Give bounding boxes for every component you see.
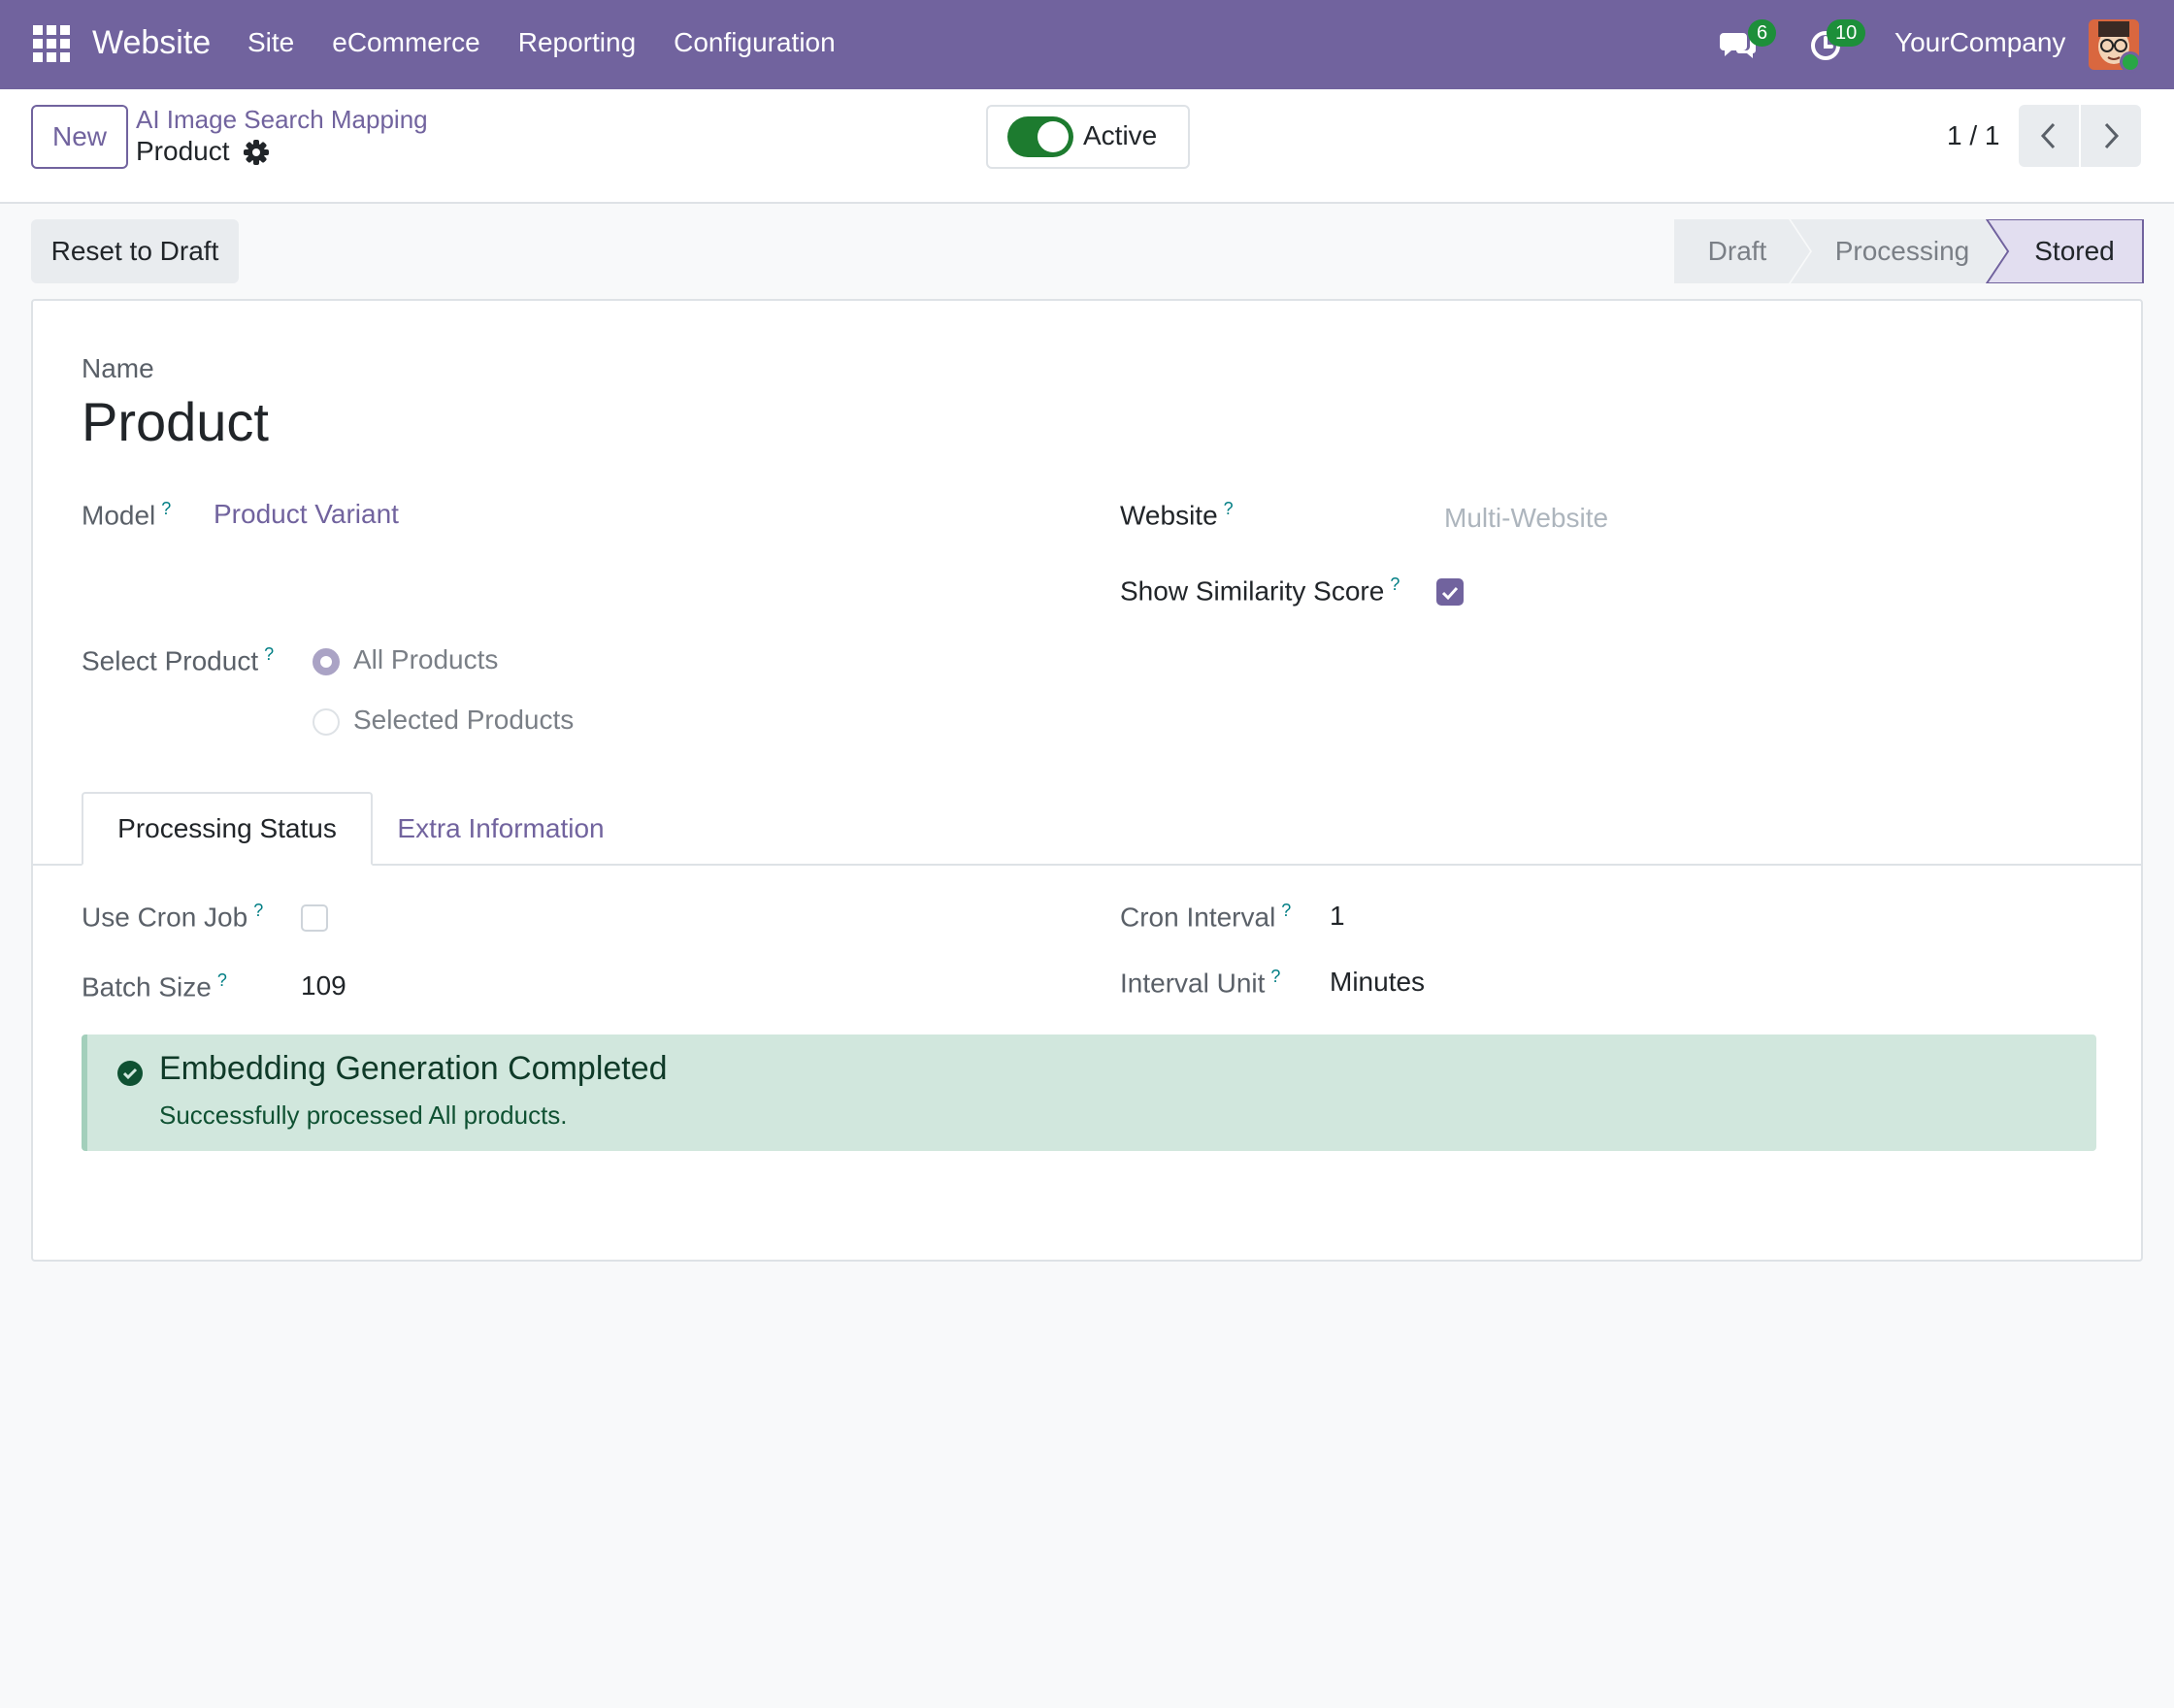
- batch-size-label-text: Batch Size: [82, 971, 212, 1002]
- cron-interval-label-text: Cron Interval: [1120, 902, 1276, 933]
- use-cron-label: Use Cron Job?: [82, 901, 263, 933]
- help-tooltip-icon[interactable]: ?: [1270, 967, 1280, 986]
- tab-processing-status[interactable]: Processing Status: [82, 792, 373, 866]
- radio-all-products[interactable]: [313, 648, 340, 675]
- cron-interval-label: Cron Interval?: [1120, 901, 1291, 933]
- breadcrumb-current: Product: [136, 136, 230, 166]
- menu-site[interactable]: Site: [247, 27, 294, 58]
- main-menu: Site eCommerce Reporting Configuration: [247, 27, 873, 58]
- help-tooltip-icon[interactable]: ?: [264, 644, 274, 664]
- alert-text: Successfully processed All products.: [159, 1100, 568, 1130]
- pager-next-button[interactable]: [2081, 105, 2141, 167]
- similarity-checkbox[interactable]: [1436, 578, 1464, 606]
- active-toggle-box: Active: [986, 105, 1190, 169]
- help-tooltip-icon[interactable]: ?: [1281, 901, 1291, 920]
- select-product-label-text: Select Product: [82, 645, 259, 676]
- checkmark-icon: [1441, 586, 1459, 601]
- company-switcher[interactable]: YourCompany: [1894, 27, 2065, 58]
- interval-unit-field[interactable]: Minutes: [1330, 967, 1425, 998]
- use-cron-label-text: Use Cron Job: [82, 902, 248, 933]
- reset-to-draft-button[interactable]: Reset to Draft: [31, 219, 239, 283]
- help-tooltip-icon[interactable]: ?: [1390, 575, 1400, 594]
- help-tooltip-icon[interactable]: ?: [217, 970, 227, 990]
- gear-icon[interactable]: [243, 139, 270, 166]
- website-label-text: Website: [1120, 500, 1218, 531]
- interval-unit-label-text: Interval Unit: [1120, 968, 1266, 999]
- radio-selected-products[interactable]: [313, 708, 340, 736]
- app-brand[interactable]: Website: [92, 24, 211, 62]
- stage-draft[interactable]: Draft: [1674, 219, 1800, 283]
- batch-size-field[interactable]: 109: [301, 970, 346, 1002]
- help-tooltip-icon[interactable]: ?: [253, 901, 263, 920]
- name-field[interactable]: Product: [82, 390, 269, 453]
- radio-all-products-label[interactable]: All Products: [353, 644, 498, 675]
- chevron-right-icon: [2104, 122, 2120, 149]
- stage-stored[interactable]: Stored: [2004, 219, 2145, 283]
- chevron-left-icon: [2040, 122, 2056, 149]
- name-label: Name: [82, 353, 154, 383]
- cron-interval-field[interactable]: 1: [1330, 901, 1345, 932]
- website-label: Website?: [1120, 499, 1234, 531]
- control-panel: New AI Image Search Mapping Product Acti…: [0, 89, 2174, 204]
- interval-unit-label: Interval Unit?: [1120, 967, 1280, 999]
- model-label: Model?: [82, 499, 171, 531]
- batch-size-label: Batch Size?: [82, 970, 227, 1002]
- help-tooltip-icon[interactable]: ?: [161, 499, 171, 518]
- tab-extra-information[interactable]: Extra Information: [394, 792, 608, 866]
- select-product-label: Select Product?: [82, 644, 274, 676]
- success-alert: Embedding Generation Completed Successfu…: [82, 1035, 2096, 1151]
- use-cron-checkbox[interactable]: [301, 904, 328, 932]
- pager-previous-button[interactable]: [2019, 105, 2079, 167]
- messages-count-badge: 6: [1748, 19, 1777, 47]
- activities-count-badge: 10: [1827, 19, 1866, 47]
- pager-value[interactable]: 1 / 1: [1947, 120, 1999, 151]
- model-label-text: Model: [82, 500, 156, 531]
- similarity-label: Show Similarity Score?: [1120, 575, 1400, 607]
- menu-ecommerce[interactable]: eCommerce: [332, 27, 479, 58]
- help-tooltip-icon[interactable]: ?: [1224, 499, 1234, 518]
- active-toggle-switch[interactable]: [1007, 116, 1073, 157]
- apps-grid-icon[interactable]: [33, 25, 70, 62]
- active-label: Active: [1083, 120, 1158, 150]
- online-status-dot: [2120, 51, 2141, 73]
- new-button[interactable]: New: [31, 105, 128, 169]
- website-field[interactable]: Multi-Website: [1444, 503, 1608, 534]
- model-field-link[interactable]: Product Variant: [214, 499, 399, 530]
- toggle-knob: [1038, 121, 1069, 152]
- breadcrumb-parent-link[interactable]: AI Image Search Mapping: [136, 105, 428, 135]
- stage-processing[interactable]: Processing: [1810, 219, 1994, 283]
- alert-title: Embedding Generation Completed: [159, 1050, 668, 1087]
- menu-reporting[interactable]: Reporting: [518, 27, 636, 58]
- top-navbar: Website Site eCommerce Reporting Configu…: [0, 0, 2174, 89]
- check-circle-icon: [116, 1060, 144, 1087]
- menu-configuration[interactable]: Configuration: [674, 27, 836, 58]
- similarity-label-text: Show Similarity Score: [1120, 575, 1385, 607]
- radio-selected-products-label[interactable]: Selected Products: [353, 705, 574, 736]
- form-sheet: Name Product Model? Product Variant Webs…: [31, 299, 2143, 1262]
